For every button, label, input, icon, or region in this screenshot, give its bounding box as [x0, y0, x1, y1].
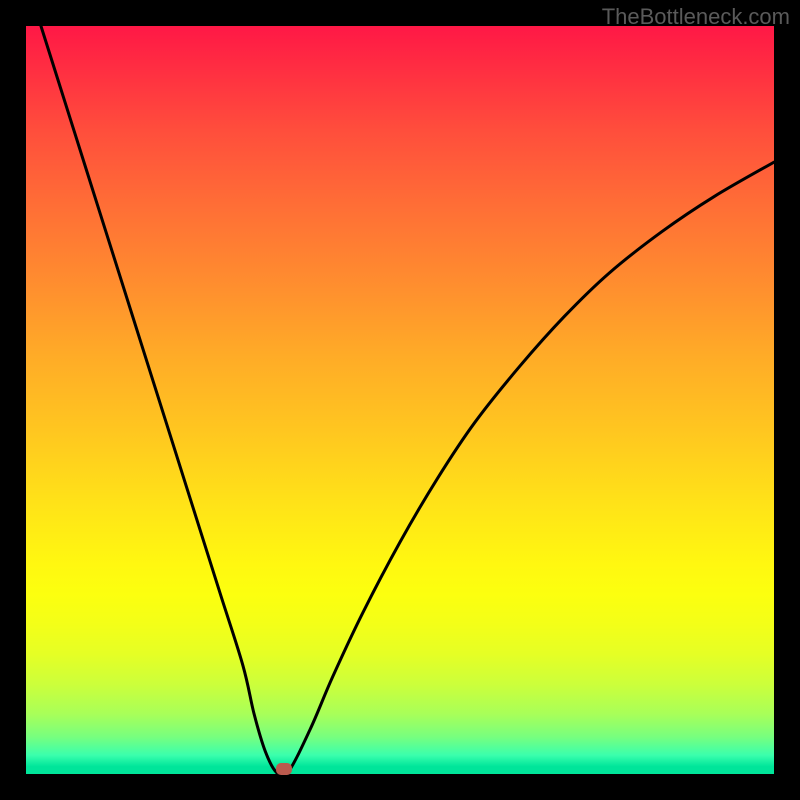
- chart-plot-area: [26, 26, 774, 774]
- attribution-text: TheBottleneck.com: [602, 4, 790, 30]
- optimum-marker: [276, 763, 292, 775]
- bottleneck-curve: [26, 26, 774, 774]
